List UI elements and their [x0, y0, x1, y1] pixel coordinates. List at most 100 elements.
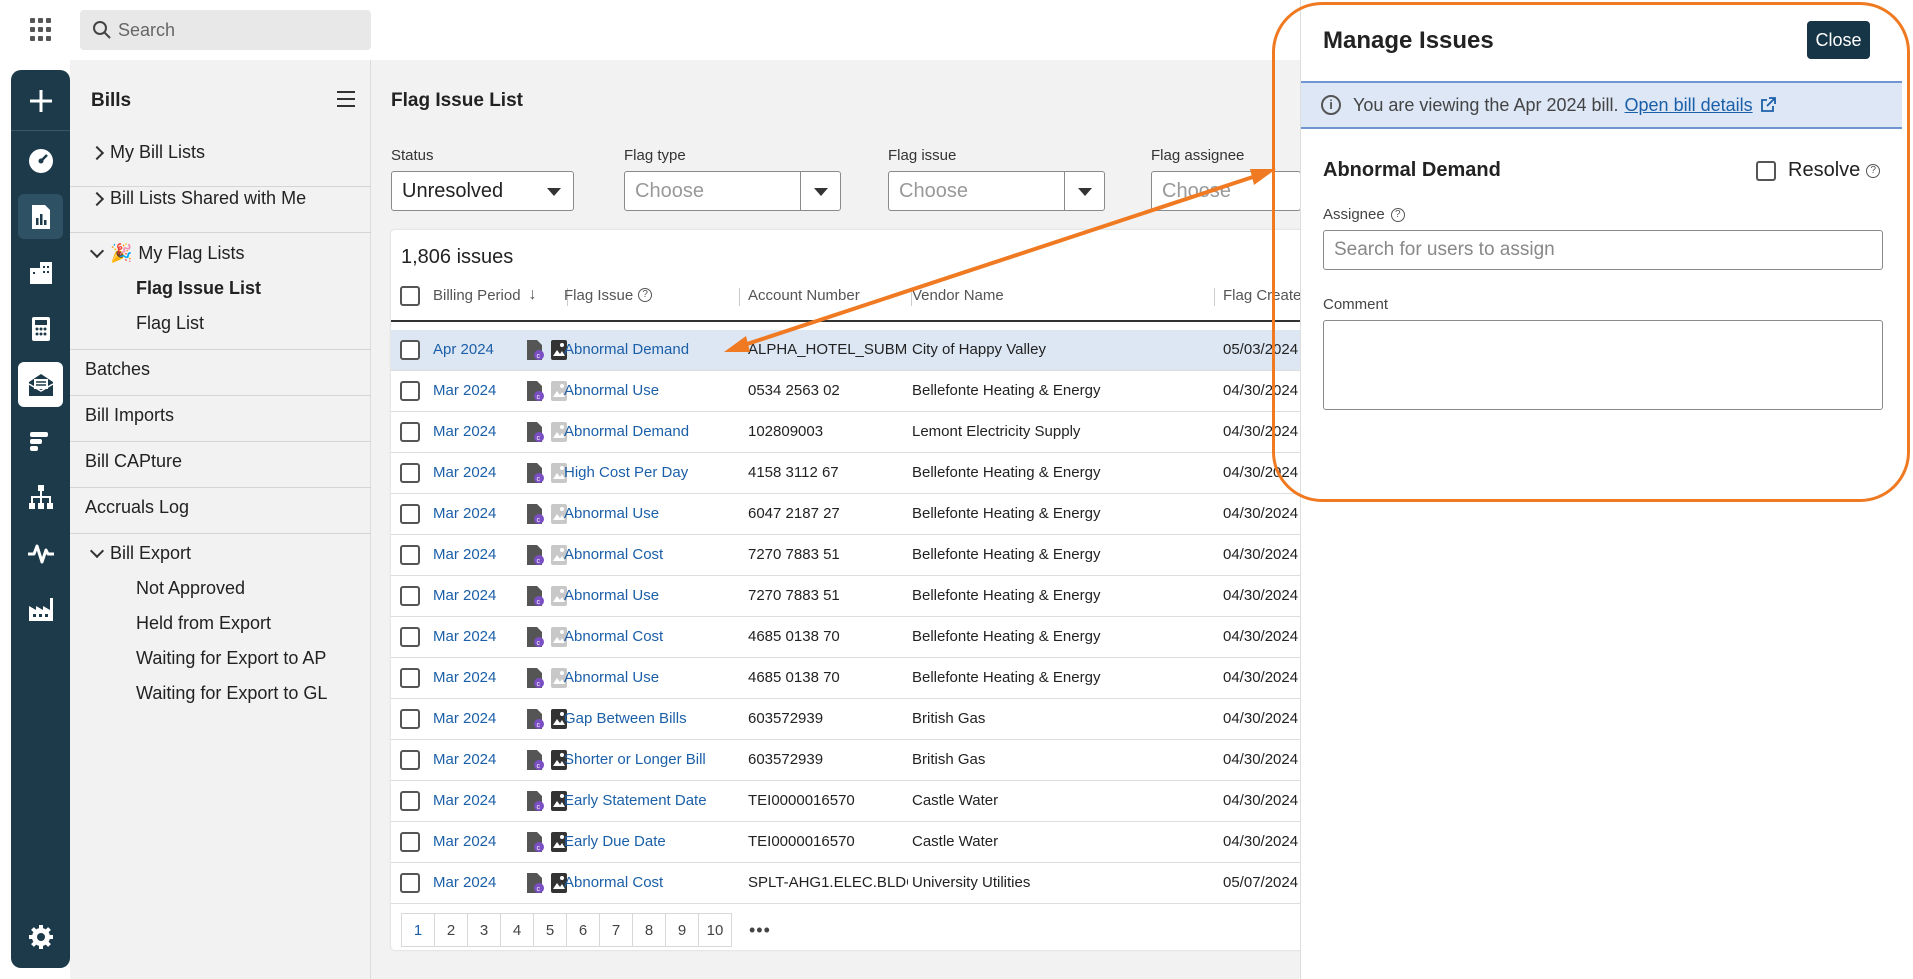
sidebar-item-not-approved[interactable]: Not Approved [70, 578, 371, 599]
column-header-account-number[interactable]: Account Number [748, 285, 860, 305]
billing-period-link[interactable]: Mar 2024 [433, 382, 496, 399]
flag-issue-link[interactable]: Abnormal Cost [564, 874, 663, 891]
billing-period-link[interactable]: Mar 2024 [433, 874, 496, 891]
sidebar-item-held-from-export[interactable]: Held from Export [70, 613, 371, 634]
table-row[interactable]: Mar 2024 c Abnormal Demand 102809003 Lemont … [391, 412, 1431, 453]
row-checkbox[interactable] [400, 545, 420, 565]
billing-period-link[interactable]: Mar 2024 [433, 505, 496, 522]
flag-assignee-select[interactable]: Choose [1151, 171, 1301, 211]
sidebar-item-flag-list[interactable]: Flag List [70, 313, 371, 350]
page-button[interactable]: 8 [632, 913, 666, 947]
sidebar-item-bill-imports[interactable]: Bill Imports [70, 405, 371, 442]
row-checkbox[interactable] [400, 340, 420, 360]
table-row[interactable]: Mar 2024 c Abnormal Use 6047 2187 27 Bellefo… [391, 494, 1431, 535]
table-row[interactable]: Mar 2024 c Abnormal Use 7270 7883 51 Bellefo… [391, 576, 1431, 617]
table-row[interactable]: Mar 2024 c Abnormal Cost 7270 7883 51 Bellef… [391, 535, 1431, 576]
billing-period-link[interactable]: Mar 2024 [433, 423, 496, 440]
resolve-control[interactable]: Resolve ? [1756, 159, 1881, 182]
billing-period-link[interactable]: Mar 2024 [433, 464, 496, 481]
flag-issue-link[interactable]: Abnormal Use [564, 505, 659, 522]
sidebar-item-my-flag-lists[interactable]: 🎉 My Flag Lists [70, 243, 371, 264]
row-checkbox[interactable] [400, 791, 420, 811]
page-button[interactable]: 4 [500, 913, 534, 947]
row-checkbox[interactable] [400, 381, 420, 401]
table-row[interactable]: Mar 2024 c Shorter or Longer Bill 603572939… [391, 740, 1431, 781]
pulse-icon[interactable] [18, 530, 63, 575]
factory-icon[interactable] [18, 586, 63, 631]
sidebar-item-waiting-export-ap[interactable]: Waiting for Export to AP [70, 648, 371, 669]
table-row[interactable]: Mar 2024 c Abnormal Use 0534 2563 02 Bellefo… [391, 371, 1431, 412]
row-checkbox[interactable] [400, 504, 420, 524]
bill-document-icon[interactable]: c [525, 421, 545, 443]
billing-period-link[interactable]: Mar 2024 [433, 792, 496, 809]
flag-issue-link[interactable]: Gap Between Bills [564, 710, 687, 727]
bill-document-icon[interactable]: c [525, 503, 545, 525]
page-button[interactable]: 5 [533, 913, 567, 947]
table-row[interactable]: Mar 2024 c Early Due Date TEI0000016570 Cast… [391, 822, 1431, 863]
flag-issue-link[interactable]: Abnormal Cost [564, 628, 663, 645]
sidebar-item-shared-bill-lists[interactable]: Bill Lists Shared with Me [70, 188, 371, 233]
sidebar-item-bill-capture[interactable]: Bill CAPture [70, 451, 371, 488]
search-input[interactable] [118, 19, 358, 41]
row-checkbox[interactable] [400, 422, 420, 442]
calculator-icon[interactable] [18, 306, 63, 351]
table-row[interactable]: Mar 2024 c Abnormal Cost 4685 0138 70 Bellef… [391, 617, 1431, 658]
table-row[interactable]: Mar 2024 c Abnormal Use 4685 0138 70 Bellefo… [391, 658, 1431, 699]
bill-document-icon[interactable]: c [525, 462, 545, 484]
billing-period-link[interactable]: Mar 2024 [433, 628, 496, 645]
billing-period-link[interactable]: Mar 2024 [433, 751, 496, 768]
bill-document-icon[interactable]: c [525, 790, 545, 812]
column-header-vendor-name[interactable]: Vendor Name [912, 285, 1004, 305]
settings-gear-icon[interactable] [18, 914, 63, 959]
menu-icon[interactable] [337, 91, 355, 107]
row-checkbox[interactable] [400, 668, 420, 688]
row-checkbox[interactable] [400, 627, 420, 647]
flag-issue-link[interactable]: Abnormal Cost [564, 546, 663, 563]
billing-period-link[interactable]: Mar 2024 [433, 546, 496, 563]
page-button[interactable]: 1 [401, 913, 435, 947]
billing-period-link[interactable]: Mar 2024 [433, 587, 496, 604]
external-link-icon[interactable] [1759, 96, 1777, 114]
flag-type-select[interactable]: Choose [624, 171, 841, 211]
add-icon[interactable] [18, 78, 63, 123]
more-pages-icon[interactable]: ••• [749, 913, 771, 947]
bill-document-icon[interactable]: c [525, 626, 545, 648]
bill-document-icon[interactable]: c [525, 585, 545, 607]
flag-issue-link[interactable]: Abnormal Use [564, 587, 659, 604]
bill-document-icon[interactable]: c [525, 749, 545, 771]
bill-document-icon[interactable]: c [525, 872, 545, 894]
sidebar-item-accruals-log[interactable]: Accruals Log [70, 497, 371, 534]
bill-document-icon[interactable]: c [525, 667, 545, 689]
bill-document-icon[interactable]: c [525, 708, 545, 730]
table-row[interactable]: Mar 2024 c Gap Between Bills 603572939 Briti… [391, 699, 1431, 740]
bill-document-icon[interactable]: c [525, 544, 545, 566]
bill-document-icon[interactable]: c [525, 380, 545, 402]
page-button[interactable]: 3 [467, 913, 501, 947]
buildings-icon[interactable] [18, 250, 63, 295]
close-button[interactable]: Close [1807, 21, 1870, 59]
row-checkbox[interactable] [400, 586, 420, 606]
page-button[interactable]: 7 [599, 913, 633, 947]
billing-period-link[interactable]: Mar 2024 [433, 710, 496, 727]
sidebar-item-bill-export[interactable]: Bill Export [70, 543, 371, 564]
sidebar-item-flag-issue-list[interactable]: Flag Issue List [70, 278, 371, 299]
flag-issue-link[interactable]: Abnormal Use [564, 669, 659, 686]
flag-issue-link[interactable]: Early Due Date [564, 833, 666, 850]
flag-issue-select[interactable]: Choose [888, 171, 1105, 211]
page-button[interactable]: 10 [698, 913, 732, 947]
flag-issue-link[interactable]: Abnormal Use [564, 382, 659, 399]
row-checkbox[interactable] [400, 463, 420, 483]
sidebar-item-my-bill-lists[interactable]: My Bill Lists [70, 142, 371, 187]
row-checkbox[interactable] [400, 873, 420, 893]
flag-issue-link[interactable]: High Cost Per Day [564, 464, 688, 481]
column-header-flag-created[interactable]: Flag Created [1223, 285, 1310, 305]
bills-report-icon[interactable] [18, 194, 63, 239]
resolve-checkbox[interactable] [1756, 160, 1776, 181]
assignee-search-input[interactable] [1323, 230, 1883, 270]
flag-issue-link[interactable]: Abnormal Demand [564, 341, 689, 358]
table-row[interactable]: Mar 2024 c Early Statement Date TEI00000165… [391, 781, 1431, 822]
table-row[interactable]: Mar 2024 c High Cost Per Day 4158 3112 67 Be… [391, 453, 1431, 494]
flag-issue-link[interactable]: Early Statement Date [564, 792, 707, 809]
billing-period-link[interactable]: Mar 2024 [433, 669, 496, 686]
billing-period-link[interactable]: Apr 2024 [433, 341, 494, 358]
